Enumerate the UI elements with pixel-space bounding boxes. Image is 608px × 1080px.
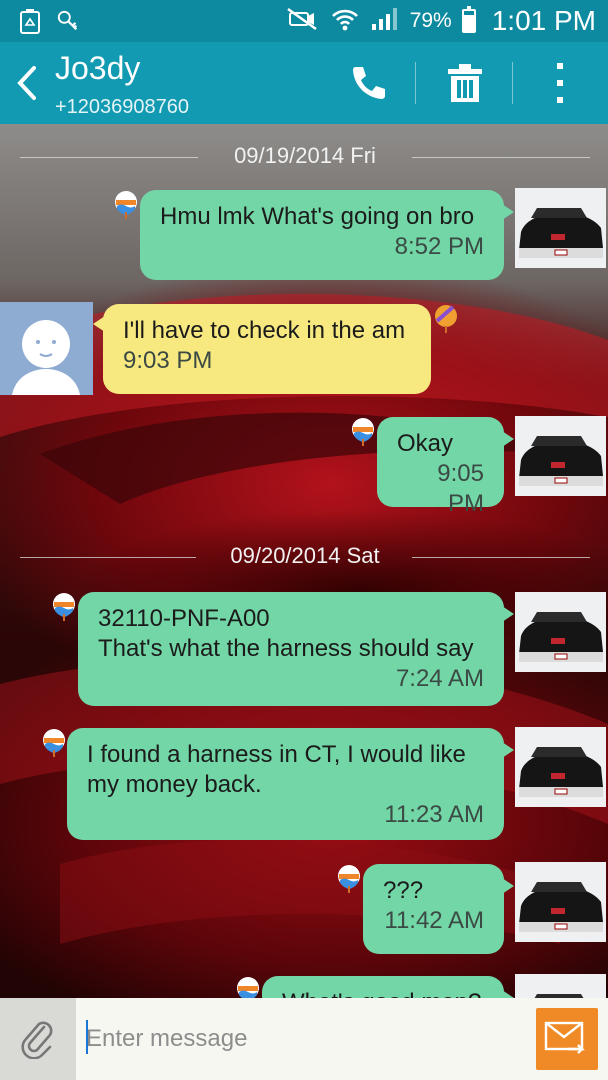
my-avatar[interactable] bbox=[515, 727, 606, 807]
paperclip-icon bbox=[21, 1021, 53, 1059]
send-mms-icon bbox=[544, 1021, 585, 1054]
action-bar: Jo3dy +12036908760 bbox=[0, 42, 608, 124]
my-avatar[interactable] bbox=[515, 862, 606, 942]
conversation-area[interactable]: 09/19/2014 Fri Hmu lmk What's going on b… bbox=[0, 124, 608, 998]
delete-button[interactable] bbox=[440, 58, 490, 108]
action-divider bbox=[512, 62, 513, 104]
my-avatar[interactable] bbox=[515, 188, 606, 268]
my-avatar[interactable] bbox=[515, 974, 606, 998]
message-time: 11:42 AM bbox=[384, 907, 484, 934]
overflow-menu-button[interactable] bbox=[535, 58, 585, 108]
date-label: 09/20/2014 Sat bbox=[230, 543, 380, 568]
sent-status-icon bbox=[337, 864, 361, 894]
text-caret bbox=[86, 1020, 88, 1054]
chevron-left-icon bbox=[17, 66, 36, 100]
message-bubble-outgoing[interactable]: Okay 9:05 PM bbox=[377, 417, 514, 517]
sent-status-icon bbox=[42, 728, 66, 758]
attach-button[interactable] bbox=[0, 998, 76, 1080]
signal-icon bbox=[370, 6, 400, 36]
message-time: 9:03 PM bbox=[123, 347, 213, 374]
call-icon bbox=[353, 67, 385, 99]
date-separator: 09/20/2014 Sat bbox=[20, 542, 590, 572]
mute-icon bbox=[286, 7, 320, 35]
my-avatar[interactable] bbox=[515, 416, 606, 496]
message-text: Okay bbox=[397, 430, 454, 457]
composer-bar bbox=[0, 998, 608, 1080]
message-time: 8:52 PM bbox=[394, 233, 484, 260]
wifi-icon bbox=[330, 6, 360, 36]
message-bubble-outgoing[interactable]: Hmu lmk What's going on bro 8:52 PM bbox=[140, 190, 514, 280]
action-divider bbox=[415, 62, 416, 104]
message-text: 32110-PNF-A00 That's what the harness sh… bbox=[98, 605, 474, 662]
contact-name: Jo3dy bbox=[55, 50, 141, 86]
trash-icon bbox=[448, 64, 482, 102]
message-bubble-outgoing[interactable]: 32110-PNF-A00 That's what the harness sh… bbox=[78, 592, 514, 706]
recycle-icon bbox=[18, 7, 42, 35]
send-button[interactable] bbox=[536, 1008, 598, 1070]
battery-percent: 79% bbox=[409, 9, 452, 32]
status-bar: 79% 1:01 PM bbox=[0, 0, 608, 42]
message-time: 9:05 PM bbox=[437, 460, 484, 517]
clock: 1:01 PM bbox=[491, 5, 596, 36]
back-button[interactable] bbox=[10, 58, 46, 108]
date-label: 09/19/2014 Fri bbox=[234, 143, 376, 168]
message-time: 7:24 AM bbox=[395, 665, 484, 692]
sent-status-icon bbox=[52, 592, 76, 622]
contact-avatar[interactable] bbox=[0, 302, 93, 395]
overflow-menu-icon bbox=[557, 63, 563, 103]
message-bubble-outgoing[interactable]: I found a harness in CT, I would like my… bbox=[67, 728, 514, 840]
message-bubble-incoming[interactable]: I'll have to check in the am 9:03 PM bbox=[93, 304, 431, 394]
message-bubble-outgoing[interactable]: ??? 11:42 AM bbox=[363, 864, 514, 954]
sent-status-icon bbox=[351, 417, 375, 447]
received-status-icon bbox=[434, 304, 458, 334]
message-text: I'll have to check in the am bbox=[123, 317, 406, 344]
my-avatar[interactable] bbox=[515, 592, 606, 672]
sent-status-icon bbox=[114, 190, 138, 220]
message-text: Hmu lmk What's going on bro bbox=[160, 203, 475, 230]
message-text: I found a harness in CT, I would like my… bbox=[87, 741, 466, 798]
message-text: What's good man? bbox=[282, 988, 484, 998]
message-input[interactable] bbox=[76, 998, 526, 1080]
message-text: ??? bbox=[383, 877, 424, 904]
message-time: 11:23 AM bbox=[384, 801, 484, 828]
tmobile-icon bbox=[56, 7, 80, 35]
battery-icon bbox=[461, 6, 476, 33]
contact-number: +12036908760 bbox=[55, 96, 190, 118]
date-separator: 09/19/2014 Fri bbox=[20, 142, 590, 172]
call-button[interactable] bbox=[342, 58, 392, 108]
sent-status-icon bbox=[236, 976, 260, 998]
message-bubble-outgoing[interactable]: What's good man? bbox=[262, 976, 514, 998]
